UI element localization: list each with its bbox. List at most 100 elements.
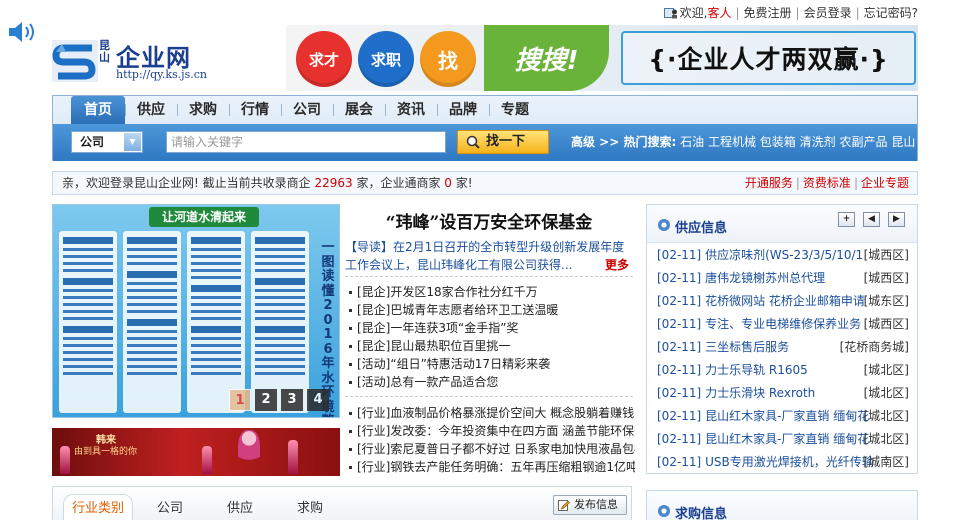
pricing-link[interactable]: 资费标准	[803, 176, 851, 190]
main-nav: 首页 供应 求购 行情 公司 展会 资讯 品牌 专题 公司 ▼ 请输入关键字 找…	[52, 95, 918, 161]
headline-title[interactable]: “玮峰”设百万安全环保基金	[345, 208, 633, 233]
welcome-bar: 亲，欢迎登录昆山企业网! 截止当前共收录商企 22963 家，企业通商家 0 家…	[52, 171, 918, 195]
list-item[interactable]: [行业]血液制品价格暴涨提价空间大 概念股躺着赚钱	[347, 404, 635, 422]
top-links: 欢迎, 客人 | 免费注册 | 会员登录 | 忘记密码?	[663, 4, 918, 21]
search-bar: 公司 ▼ 请输入关键字 找一下 高级 >> 热门搜索: 石油 工程机械 包装箱 …	[53, 124, 917, 161]
slide-page-button[interactable]: 1	[229, 389, 251, 411]
search-icon	[466, 135, 480, 149]
supply-row[interactable]: [02-11] 力士乐导轨 R1605 [城北区]	[657, 361, 915, 379]
divider	[345, 276, 633, 277]
category-tabs: 行业类别 公司 供应 求购 发布信息	[52, 486, 632, 520]
supply-row[interactable]: [02-11] 昆山红木家具-厂家直销 缅甸花 [城北区]	[657, 430, 915, 448]
tab-industry-category[interactable]: 行业类别	[63, 494, 133, 520]
list-item[interactable]: [活动]“组日”特惠活动17日精彩来袭	[347, 355, 635, 373]
welcome-text: 欢迎,	[679, 6, 708, 20]
purchase-info-panel: 求购信息	[646, 490, 918, 520]
wine-advertisement[interactable]: 韩来 由到具一格的你	[52, 428, 340, 476]
supply-row[interactable]: [02-11] 三坐标售后服务 [花桥商务城]	[657, 338, 915, 356]
supply-row[interactable]: [02-11] 专注、专业电梯维修保养业务 [城西区]	[657, 315, 915, 333]
nav-tab-topic[interactable]: 专题	[489, 96, 541, 124]
list-item[interactable]: [行业]钢铁去产能任务明确：五年再压缩粗钢逾1亿吨	[347, 458, 635, 476]
logo-mark-icon	[52, 40, 98, 82]
company-count: 22963	[314, 176, 353, 190]
hot-keyword[interactable]: 工程机械	[708, 135, 756, 149]
search-category-select[interactable]: 公司 ▼	[71, 131, 143, 153]
banner-circle-find: 找	[420, 31, 476, 87]
hot-keyword[interactable]: 石油	[680, 135, 704, 149]
slide-infographic-column	[123, 231, 181, 413]
panel-title: 供应信息	[675, 221, 728, 236]
speaker-icon[interactable]	[6, 17, 40, 47]
banner-slogan: {·企业人才两双赢·}	[621, 31, 916, 85]
nav-tab-company[interactable]: 公司	[281, 96, 333, 124]
nav-tab-supply[interactable]: 供应	[125, 96, 177, 124]
slide-pager: 1 2 3 4	[229, 389, 329, 411]
supply-row[interactable]: [02-11] 昆山红木家具-厂家直销 缅甸花 [城北区]	[657, 407, 915, 425]
next-icon[interactable]: ▶	[888, 212, 905, 227]
supply-row[interactable]: [02-11] USB专用激光焊接机，光纤传输 [城南区]	[657, 453, 915, 471]
banner-circle-recruit: 求才	[296, 31, 352, 87]
logo-url: http://qy.ks.js.cn	[116, 68, 207, 81]
banner-search-text: 搜搜!	[484, 25, 609, 91]
supply-row[interactable]: [02-11] 力士乐滑块 Rexroth [城北区]	[657, 384, 915, 402]
nav-tab-exhibition[interactable]: 展会	[333, 96, 385, 124]
headline-summary: 【导读】在2月1日召开的全市转型升级创新发展年度工作会议上，昆山玮峰化工有限公司…	[345, 240, 629, 274]
list-item[interactable]: [昆企]巴城青年志愿者给环卫工送温暖	[347, 301, 635, 319]
slide-infographic-column	[187, 231, 245, 413]
register-link[interactable]: 免费注册	[744, 4, 792, 21]
tab-company[interactable]: 公司	[157, 497, 183, 516]
list-item[interactable]: [昆企]昆山最热职位百里挑一	[347, 337, 635, 355]
supply-row[interactable]: [02-11] 唐伟龙镜榭苏州总代理 [城西区]	[657, 269, 915, 287]
post-info-button[interactable]: 发布信息	[553, 495, 627, 515]
slide-title: 让河道水清起来	[149, 207, 259, 227]
slide-page-button[interactable]: 4	[307, 389, 329, 411]
more-link[interactable]: 更多	[605, 256, 629, 274]
edit-icon	[558, 500, 570, 511]
list-item[interactable]: [行业]索尼夏普日子都不好过 日系家电加快甩液晶包袱	[347, 440, 635, 458]
merchant-count: 0	[444, 176, 452, 190]
nav-tab-news[interactable]: 资讯	[385, 96, 437, 124]
info-bullet-icon	[658, 505, 670, 517]
slide-page-button[interactable]: 3	[281, 389, 303, 411]
hot-keyword[interactable]: 农副产品	[839, 135, 887, 149]
header-banner[interactable]: 求才 求职 找 搜搜! {·企业人才两双赢·}	[286, 25, 918, 91]
supply-row[interactable]: [02-11] 花桥微网站 花桥企业邮箱申请 [城东区]	[657, 292, 915, 310]
site-logo[interactable]: 昆山 企业网 http://qy.ks.js.cn	[52, 40, 222, 84]
add-icon[interactable]: +	[838, 212, 855, 227]
list-item[interactable]: [昆企]开发区18家合作社分红千万	[347, 283, 635, 301]
service-links: 开通服务 | 资费标准 | 企业专题	[744, 176, 909, 190]
list-item[interactable]: [行业]发改委：今年投资集中在四方面 涵盖节能环保等	[347, 422, 635, 440]
login-link[interactable]: 会员登录	[804, 4, 852, 21]
search-button[interactable]: 找一下	[457, 130, 549, 154]
nav-tab-purchase[interactable]: 求购	[177, 96, 229, 124]
nav-tab-market[interactable]: 行情	[229, 96, 281, 124]
guest-link[interactable]: 客人	[707, 4, 731, 21]
hot-keyword[interactable]: 昆山	[891, 135, 915, 149]
nav-tab-home[interactable]: 首页	[71, 96, 125, 124]
slide-infographic-column	[59, 231, 117, 413]
search-input[interactable]: 请输入关键字	[166, 131, 446, 153]
banner-circle-job: 求职	[358, 31, 414, 87]
slide-infographic-column	[251, 231, 309, 413]
wine-glass-icon	[60, 446, 70, 474]
hot-keyword[interactable]: 包装箱	[760, 135, 796, 149]
divider	[345, 396, 633, 397]
nav-tab-brand[interactable]: 品牌	[437, 96, 489, 124]
dancer-figure	[238, 430, 260, 472]
tab-purchase[interactable]: 求购	[297, 497, 323, 516]
supply-info-panel: 供应信息 + ◀ ▶ [02-11] 供应凉味剂(WS-23/3/5/10/1[…	[646, 204, 918, 474]
list-item[interactable]: [昆企]一年连获3项“金手指”奖	[347, 319, 635, 337]
hot-keyword[interactable]: 清洗剂	[800, 135, 836, 149]
nav-tabs: 首页 供应 求购 行情 公司 展会 资讯 品牌 专题	[71, 96, 541, 124]
supply-row[interactable]: [02-11] 供应凉味剂(WS-23/3/5/10/1 [城西区]	[657, 246, 915, 264]
tab-supply[interactable]: 供应	[227, 497, 253, 516]
slide-page-button[interactable]: 2	[255, 389, 277, 411]
panel-title: 求购信息	[675, 507, 728, 520]
prev-icon[interactable]: ◀	[863, 212, 880, 227]
hot-search-label[interactable]: 高级 >> 热门搜索:	[571, 135, 676, 149]
forgot-password-link[interactable]: 忘记密码?	[864, 4, 918, 21]
news-slideshow[interactable]: 让河道水清起来 一图读懂2016年水环境整治 1 2 3 4	[52, 204, 340, 418]
list-item[interactable]: [活动]总有一款产品适合您	[347, 373, 635, 391]
open-service-link[interactable]: 开通服务	[745, 176, 793, 190]
enterprise-topic-link[interactable]: 企业专题	[861, 176, 909, 190]
